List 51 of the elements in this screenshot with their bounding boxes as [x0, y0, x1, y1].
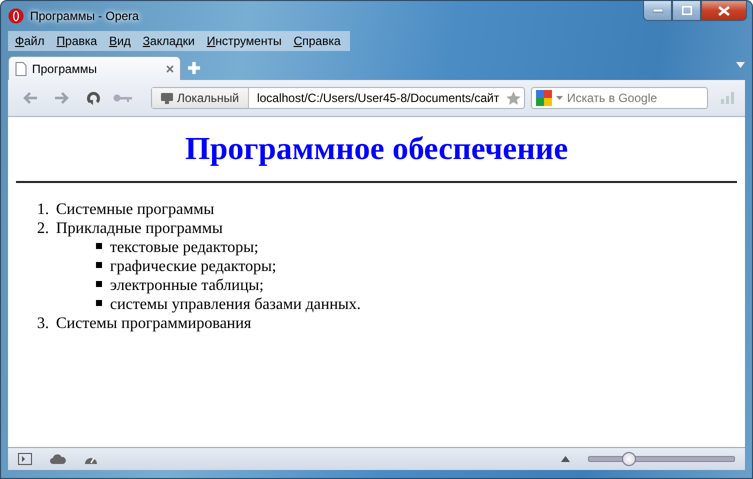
monitor-icon [161, 92, 173, 104]
minimize-button[interactable] [643, 1, 672, 21]
caret-icon[interactable] [736, 62, 745, 68]
maximize-button[interactable] [672, 1, 701, 21]
address-field[interactable]: Локальный localhost/C:/Users/User45-8/Documents/сайт [151, 87, 525, 109]
security-badge[interactable]: Локальный [152, 88, 249, 108]
dropdown-icon[interactable] [556, 96, 563, 100]
list-item: графические редакторы; [110, 258, 276, 275]
zoom-slider[interactable] [588, 452, 735, 466]
maximize-icon [682, 6, 692, 15]
cloud-icon[interactable] [50, 454, 66, 464]
menu-item[interactable]: Файл [10, 34, 52, 48]
list-number: 1. [37, 200, 50, 219]
reload-icon[interactable] [86, 90, 101, 106]
list-item: системы управления базами данных. [110, 296, 361, 313]
bullet-icon [96, 243, 102, 249]
close-icon[interactable] [166, 64, 174, 72]
minimize-icon [652, 8, 662, 12]
menu-item[interactable]: Закладки [138, 34, 202, 48]
menu-item[interactable]: Инструменты [202, 34, 289, 48]
panel-toggle-icon[interactable] [18, 453, 32, 465]
list-item: электронные таблицы; [110, 277, 264, 294]
list-item: Системы программирования [56, 315, 252, 332]
menu-item[interactable]: Правка [52, 34, 104, 48]
list-item: текстовые редакторы; [110, 239, 258, 256]
search-bar[interactable]: Искать в Google [531, 87, 708, 109]
plus-icon[interactable] [187, 61, 201, 75]
page-heading: Программное обеспечение [184, 129, 569, 167]
page-icon [15, 62, 27, 76]
window-title: Программы - Opera [30, 9, 139, 23]
menu-item[interactable]: Вид [104, 34, 138, 48]
slider-thumb[interactable] [622, 452, 636, 466]
browser-tab[interactable]: Программы [8, 56, 181, 80]
list-item: Прикладные программы [56, 220, 223, 237]
bullet-icon [96, 281, 102, 287]
list-number: 2. [37, 219, 50, 238]
opera-logo-icon [8, 8, 24, 24]
close-button[interactable] [701, 1, 747, 21]
list-item: Системные программы [56, 201, 214, 218]
menu-item[interactable]: Справка [288, 34, 348, 48]
up-caret-icon[interactable] [561, 456, 570, 462]
forward-arrow-icon[interactable] [54, 91, 70, 105]
back-arrow-icon[interactable] [22, 91, 38, 105]
bullet-icon [96, 300, 102, 306]
star-icon[interactable] [506, 90, 521, 106]
list-number: 3. [37, 314, 50, 333]
google-logo-icon [536, 90, 552, 106]
url-text: localhost/C:/Users/User45-8/Documents/сайт [256, 91, 500, 105]
close-icon [718, 6, 730, 16]
signal-bars-icon [720, 92, 736, 104]
bullet-icon [96, 262, 102, 268]
